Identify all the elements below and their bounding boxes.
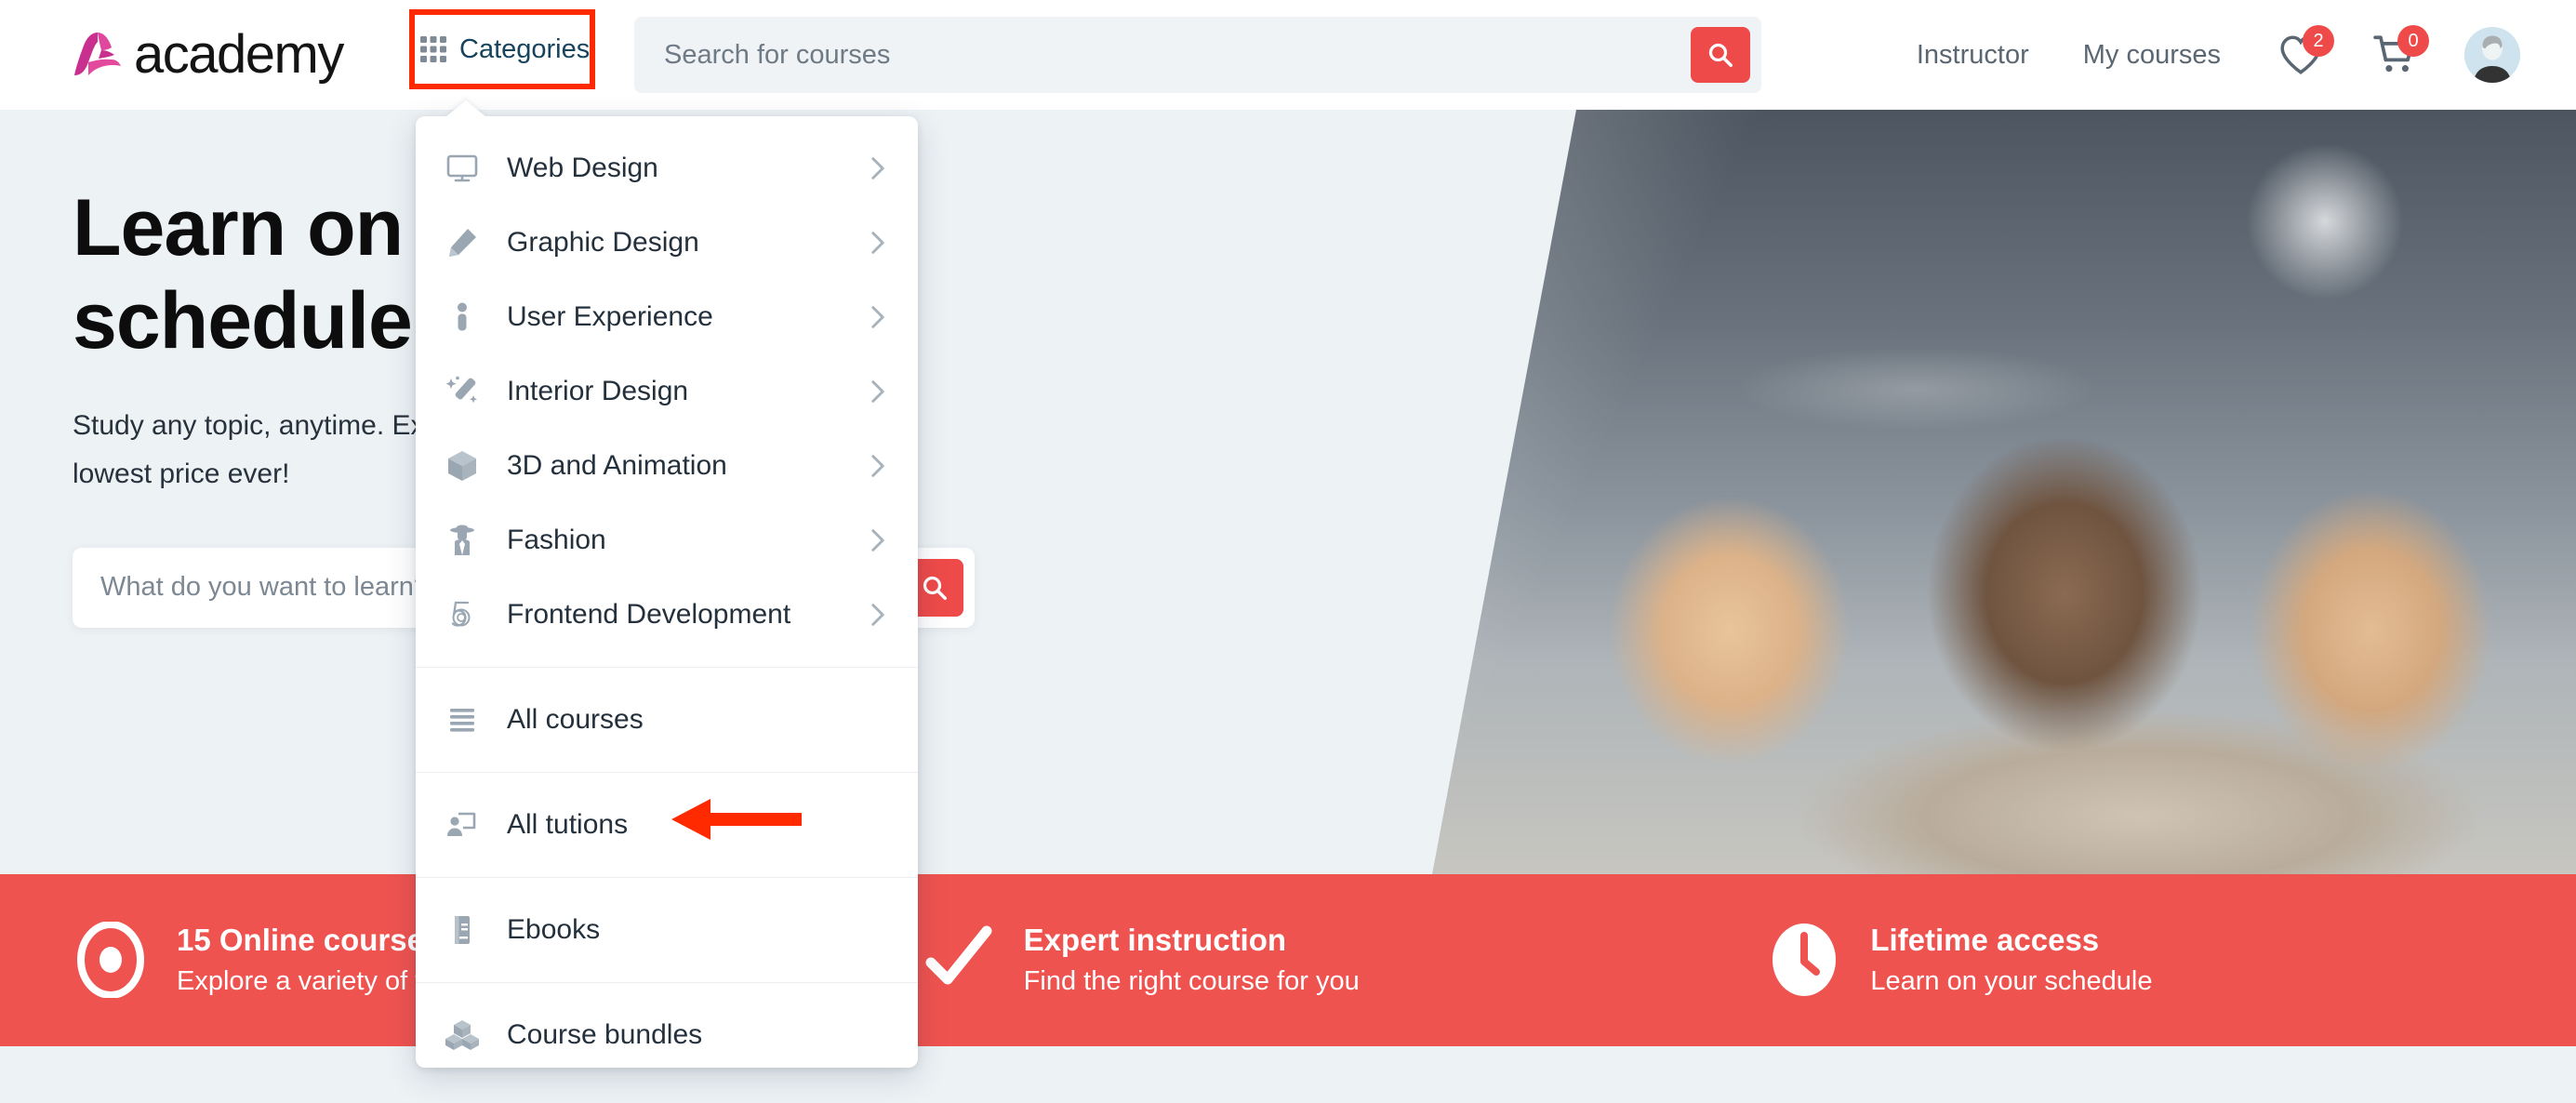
dropdown-group-pad bbox=[416, 983, 918, 998]
detective-icon bbox=[450, 525, 474, 555]
clock-icon bbox=[1773, 924, 1837, 997]
nav-link-my-courses[interactable]: My courses bbox=[2083, 40, 2221, 71]
dropdown-item-frontend-development[interactable]: Frontend Development bbox=[416, 578, 918, 652]
hero-title-line1: Learn on bbox=[73, 183, 404, 272]
dropdown-group-pad bbox=[416, 862, 918, 877]
cube-icon bbox=[448, 451, 476, 481]
search-icon bbox=[923, 576, 947, 600]
hero-photo bbox=[1432, 110, 2576, 874]
dropdown-item-3d-and-animation[interactable]: 3D and Animation bbox=[416, 429, 918, 503]
dropdown-item-label: Course bundles bbox=[507, 1019, 703, 1050]
dropdown-group-pad bbox=[416, 668, 918, 683]
cart-badge: 0 bbox=[2397, 25, 2429, 57]
cart-button[interactable]: 0 bbox=[2370, 25, 2429, 81]
categories-button[interactable]: Categories bbox=[420, 20, 590, 78]
dropdown-group-pad bbox=[416, 967, 918, 982]
dropdown-item-all-courses[interactable]: All courses bbox=[416, 683, 918, 757]
brand-name: academy bbox=[134, 24, 344, 85]
dropdown-item-all-tutions[interactable]: All tutions bbox=[416, 788, 918, 862]
chevron-right-icon bbox=[871, 604, 884, 626]
chevron-right-icon bbox=[871, 232, 884, 254]
header-right-nav: Instructor My courses 2 0 bbox=[1917, 0, 2520, 110]
pencil-icon bbox=[449, 229, 476, 257]
dropdown-group-pad bbox=[416, 757, 918, 772]
dropdown-item-label: Graphic Design bbox=[507, 227, 699, 258]
dropdown-item-label: All tutions bbox=[507, 809, 629, 840]
feature-title: Lifetime access bbox=[1870, 923, 2100, 958]
target-icon bbox=[77, 922, 144, 999]
header-search-input[interactable] bbox=[634, 17, 1691, 93]
spiral-five-icon bbox=[451, 601, 471, 627]
dropdown-item-label: Web Design bbox=[507, 153, 658, 183]
feature-item-lifetime-access: Lifetime access Learn on your schedule bbox=[1729, 921, 2576, 999]
dropdown-item-label: Fashion bbox=[507, 525, 606, 555]
wishlist-badge: 2 bbox=[2303, 25, 2334, 57]
dropdown-item-label: All courses bbox=[507, 704, 644, 735]
feature-text: Expert instruction Find the right course… bbox=[1024, 921, 1360, 999]
boxes-icon bbox=[445, 1020, 479, 1050]
monitor-icon bbox=[446, 154, 478, 182]
dropdown-item-label: User Experience bbox=[507, 301, 713, 332]
dropdown-item-fashion[interactable]: Fashion bbox=[416, 503, 918, 578]
presentation-person-icon bbox=[447, 812, 476, 836]
avatar-icon bbox=[2464, 27, 2520, 83]
chevron-right-icon bbox=[871, 455, 884, 477]
dropdown-item-interior-design[interactable]: Interior Design bbox=[416, 354, 918, 429]
hero-title-line2: schedule bbox=[73, 275, 413, 365]
header-search-button[interactable] bbox=[1691, 27, 1750, 83]
feature-desc: Find the right course for you bbox=[1023, 965, 1360, 996]
dropdown-top-pad bbox=[416, 116, 918, 131]
chevron-right-icon bbox=[871, 306, 884, 328]
search-icon bbox=[1708, 43, 1733, 67]
feature-item-expert-instruction: Expert instruction Find the right course… bbox=[883, 921, 1730, 999]
page-root: academy Categories Search for courses In… bbox=[0, 0, 2576, 1103]
dropdown-item-course-bundles[interactable]: Course bundles bbox=[416, 998, 918, 1072]
chevron-right-icon bbox=[871, 529, 884, 552]
dropdown-item-user-experience[interactable]: User Experience bbox=[416, 280, 918, 354]
dropdown-group-pad bbox=[416, 773, 918, 788]
hero-section: Learn on schedule Study any topic, anyti… bbox=[0, 110, 2576, 874]
feature-desc: Learn on your schedule bbox=[1870, 965, 2153, 996]
dropdown-item-label: 3D and Animation bbox=[507, 450, 727, 481]
magic-wand-icon bbox=[445, 376, 477, 404]
dropdown-group-pad bbox=[416, 652, 918, 667]
nav-link-instructor[interactable]: Instructor bbox=[1917, 40, 2029, 71]
dropdown-group-pad bbox=[416, 878, 918, 893]
header-search-bar bbox=[634, 17, 1761, 93]
grid-icon bbox=[420, 36, 446, 62]
dropdown-caret bbox=[445, 100, 486, 117]
check-icon bbox=[925, 925, 992, 985]
person-icon bbox=[458, 302, 467, 331]
book-icon bbox=[455, 916, 470, 944]
chevron-right-icon bbox=[871, 157, 884, 179]
avatar[interactable] bbox=[2464, 27, 2520, 83]
site-header: academy Categories Search for courses In… bbox=[0, 0, 2576, 110]
wishlist-button[interactable]: 2 bbox=[2275, 25, 2334, 81]
page-bottom-strip bbox=[0, 1046, 2576, 1103]
dropdown-item-label: Interior Design bbox=[507, 376, 689, 406]
categories-dropdown: Web Design Graphic Design User Experienc… bbox=[416, 100, 918, 1068]
dropdown-item-ebooks[interactable]: Ebooks bbox=[416, 893, 918, 967]
feature-text: Lifetime access Learn on your schedule bbox=[1870, 921, 2152, 999]
categories-button-label: Categories bbox=[459, 33, 591, 64]
dropdown-item-graphic-design[interactable]: Graphic Design bbox=[416, 206, 918, 280]
academy-a-logo-icon bbox=[74, 33, 121, 75]
chevron-right-icon bbox=[871, 380, 884, 403]
dropdown-item-label: Ebooks bbox=[507, 914, 601, 945]
dropdown-item-label: Frontend Development bbox=[507, 599, 791, 630]
feature-bar: 15 Online courses Explore a variety of f… bbox=[0, 874, 2576, 1046]
feature-title: Expert instruction bbox=[1023, 923, 1287, 958]
hero-photo-overlay bbox=[1432, 110, 2576, 874]
dropdown-item-web-design[interactable]: Web Design bbox=[416, 131, 918, 206]
brand-logo[interactable]: academy bbox=[73, 24, 344, 85]
list-lines-icon bbox=[450, 709, 474, 732]
